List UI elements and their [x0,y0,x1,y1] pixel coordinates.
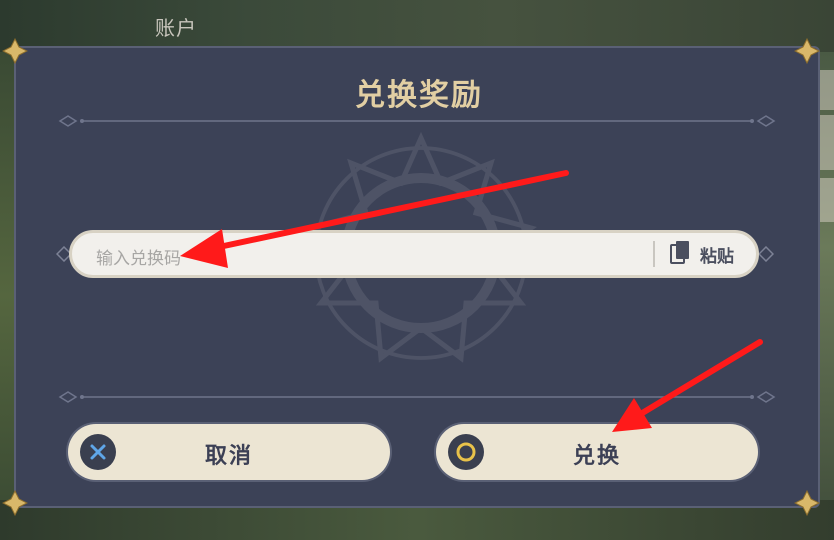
game-background-top [0,0,834,52]
redeem-label: 兑换 [572,444,621,469]
paste-button[interactable]: 粘贴 [666,237,748,271]
right-diamond-ornament-icon [758,246,774,262]
redeem-dialog: 兑换奖励 输入兑换码 粘贴 取消 兑换 [14,46,820,508]
account-tab-label: 账户 [155,16,197,40]
paste-label: 粘贴 [700,247,734,267]
corner-ornament-icon [794,490,820,516]
clipboard-icon [670,241,689,264]
top-ornament-divider [58,115,776,127]
cancel-button[interactable]: 取消 [68,424,390,480]
bottom-ornament-divider [58,391,776,403]
corner-ornament-icon [2,490,28,516]
redeem-code-placeholder: 输入兑换码 [96,249,181,269]
redeem-button[interactable]: 兑换 [436,424,758,480]
cancel-label: 取消 [204,444,253,469]
redeem-code-input[interactable]: 输入兑换码 粘贴 [69,230,759,278]
corner-ornament-icon [794,38,820,64]
corner-ornament-icon [2,38,28,64]
redeem-code-field: 输入兑换码 粘贴 [56,224,774,288]
dialog-title: 兑换奖励 [355,78,483,113]
input-separator [653,241,655,267]
